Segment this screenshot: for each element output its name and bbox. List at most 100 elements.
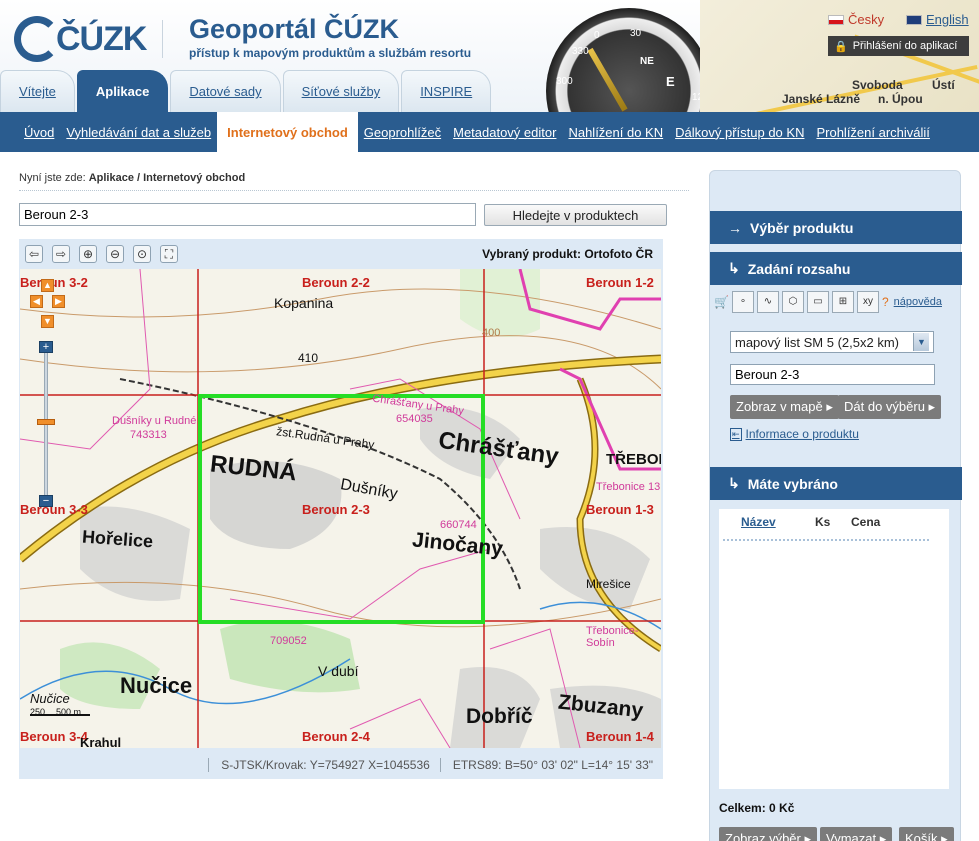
subnav-internetovy-obchod[interactable]: Internetový obchod	[217, 112, 358, 152]
buffer-tool-icon[interactable]: ⊞	[831, 291, 854, 313]
cart-icon: 🛒	[714, 295, 729, 309]
arrow-down-right-icon: ↳	[728, 260, 740, 276]
sheet-type-select[interactable]: mapový list SM 5 (2,5x2 km) ▼	[730, 331, 934, 353]
col-qty-header: Ks	[815, 515, 831, 529]
show-selection-button[interactable]: Zobraz výběr ▸	[719, 827, 818, 841]
compass-label-30: 30	[630, 28, 642, 39]
subnav-geoprohlizec[interactable]: Geoprohlížeč	[358, 112, 447, 152]
pan-left-icon[interactable]: ◀	[30, 295, 43, 308]
breadcrumb-path: Aplikace / Internetový obchod	[88, 172, 246, 184]
compass-ring-icon	[546, 8, 712, 112]
scale-label: 500 m	[56, 707, 82, 717]
tab-inspire[interactable]: INSPIRE	[401, 70, 492, 112]
pan-down-icon[interactable]: ▼	[41, 315, 54, 328]
subnav-vyhledavani[interactable]: Vyhledávání dat a služeb	[60, 112, 217, 152]
product-selection-header[interactable]: → Výběr produktu	[710, 211, 962, 244]
back-arrow-icon: ⇤	[730, 427, 742, 441]
map-toolbar: ⇦ ⇨ ⊕ ⊖ ⊙ ⛶ Vybraný produkt: Ortofoto ČR	[19, 239, 663, 269]
zoom-handle[interactable]	[37, 419, 55, 425]
range-header[interactable]: ↳ Zadání rozsahu	[710, 252, 962, 285]
place-label: Dobříč	[466, 705, 533, 728]
sheet-label: Beroun 1-3	[586, 502, 654, 517]
cadastral-label: Třebonice 13	[596, 481, 661, 493]
subnav-nahlizeni-kn[interactable]: Nahlížení do KN	[562, 112, 669, 152]
pan-right-icon[interactable]: ▶	[52, 295, 65, 308]
product-search-input[interactable]	[19, 203, 476, 226]
lock-icon: 🔒	[834, 40, 848, 53]
tab-datove-sady[interactable]: Datové sady	[170, 70, 281, 112]
map-canvas[interactable]: Beroun 3-2 Beroun 2-2 Beroun 1-2 Beroun …	[20, 269, 661, 748]
pan-forward-icon[interactable]: ⇨	[52, 245, 70, 263]
clear-button[interactable]: Vymazat ▸	[820, 827, 893, 841]
page: ČÚZK Geoportál ČÚZK přístup k mapovým pr…	[0, 0, 979, 841]
cart-label: Košík	[905, 831, 938, 841]
place-label: 410	[298, 351, 319, 365]
czech-flag-icon	[828, 14, 844, 25]
subnav-prohlizeni-archivalii[interactable]: Prohlížení archiválií	[810, 112, 935, 152]
arrow-right-icon: →	[728, 219, 742, 236]
compass-image: NE E 330 300 0 30 120	[540, 0, 720, 112]
cart-button[interactable]: Košík ▸	[899, 827, 954, 841]
cadastral-label: 709052	[270, 635, 307, 647]
compass-label-e: E	[666, 74, 675, 89]
product-info-link[interactable]: ⇤ Informace o produktu	[730, 427, 859, 441]
tab-sitove-sluzby[interactable]: Síťové služby	[282, 70, 400, 112]
pan-up-icon[interactable]: ▲	[41, 279, 54, 292]
login-label: Přihlášení do aplikací	[852, 40, 958, 52]
cadastral-label: 743313	[130, 429, 167, 441]
total-price: Celkem: 0 Kč	[719, 801, 795, 815]
topmap-label: Janské Lázně	[782, 92, 861, 106]
product-search-button[interactable]: Hledejte v produktech	[484, 204, 667, 226]
login-button[interactable]: 🔒 Přihlášení do aplikací	[828, 36, 969, 56]
compass-label-0: 0	[594, 30, 600, 41]
coordinates-tool-icon[interactable]: xy	[856, 291, 879, 313]
topmap-label: n. Úpou	[878, 92, 923, 106]
col-name-header[interactable]: Název	[741, 515, 776, 529]
cuzk-logo[interactable]: ČÚZK	[12, 14, 152, 62]
tab-aplikace[interactable]: Aplikace	[76, 70, 169, 112]
product-selection-title: Výběr produktu	[750, 219, 854, 236]
sheet-label-selected: Beroun 2-3	[302, 502, 370, 517]
site-title: Geoportál ČÚZK	[189, 14, 400, 44]
line-tool-icon[interactable]: ∿	[756, 291, 779, 313]
show-in-map-button[interactable]: Zobraz v mapě ▸	[730, 395, 839, 419]
sidebar: → Výběr produktu ↳ Zadání rozsahu 🛒 ∘ ∿ …	[709, 170, 962, 841]
point-tool-icon[interactable]: ∘	[731, 291, 754, 313]
help-link[interactable]: nápověda	[894, 296, 942, 308]
etrs-coordinates: ETRS89: B=50° 03' 02" L=14° 15' 33"	[439, 758, 653, 772]
subnav-dalkovy-pristup[interactable]: Dálkový přístup do KN	[669, 112, 810, 152]
polygon-tool-icon[interactable]: ⬡	[781, 291, 804, 313]
add-to-selection-button[interactable]: Dát do výběru ▸	[838, 395, 942, 419]
zoom-plus-icon[interactable]: +	[39, 341, 53, 353]
lang-czech-label: Česky	[848, 12, 885, 27]
subnav-metadatovy-editor[interactable]: Metadatový editor	[447, 112, 562, 152]
zoom-box-icon[interactable]: ⊙	[133, 245, 151, 263]
selection-header[interactable]: ↳ Máte vybráno	[710, 467, 962, 500]
chevron-down-icon: ▼	[913, 333, 929, 351]
zoom-minus-icon[interactable]: −	[39, 495, 53, 507]
add-to-selection-label: Dát do výběru	[844, 399, 925, 414]
cadastral-label: Dušníky u Rudné	[112, 415, 197, 427]
pan-back-icon[interactable]: ⇦	[25, 245, 43, 263]
selected-product-label: Vybraný produkt: Ortofoto ČR	[482, 247, 653, 261]
compass-label-300: 300	[556, 76, 573, 87]
scale-label: 250	[30, 707, 46, 717]
tab-vitejte[interactable]: Vítejte	[0, 70, 75, 112]
help-icon: ?	[881, 295, 889, 309]
breadcrumb-divider	[19, 190, 689, 191]
full-extent-icon[interactable]: ⛶	[160, 245, 178, 263]
pan-control: ▲ ◀ ▶ ▼	[30, 279, 66, 331]
lang-english-link[interactable]: English	[906, 12, 969, 27]
zoom-out-icon[interactable]: ⊖	[106, 245, 124, 263]
sheet-name-input[interactable]	[730, 364, 935, 385]
subnav-uvod[interactable]: Úvod	[18, 112, 60, 152]
logo-text: ČÚZK	[56, 20, 147, 58]
logo-swirl-icon	[14, 16, 60, 62]
compass-label-ne: NE	[640, 56, 654, 67]
rectangle-tool-icon[interactable]: ▭	[806, 291, 829, 313]
place-label: 400	[482, 327, 501, 339]
zoom-in-icon[interactable]: ⊕	[79, 245, 97, 263]
range-tools: 🛒 ∘ ∿ ⬡ ▭ ⊞ xy ? nápověda	[710, 285, 962, 319]
lang-czech-link[interactable]: Česky	[828, 12, 884, 27]
topmap-label: Ústí	[932, 78, 955, 92]
